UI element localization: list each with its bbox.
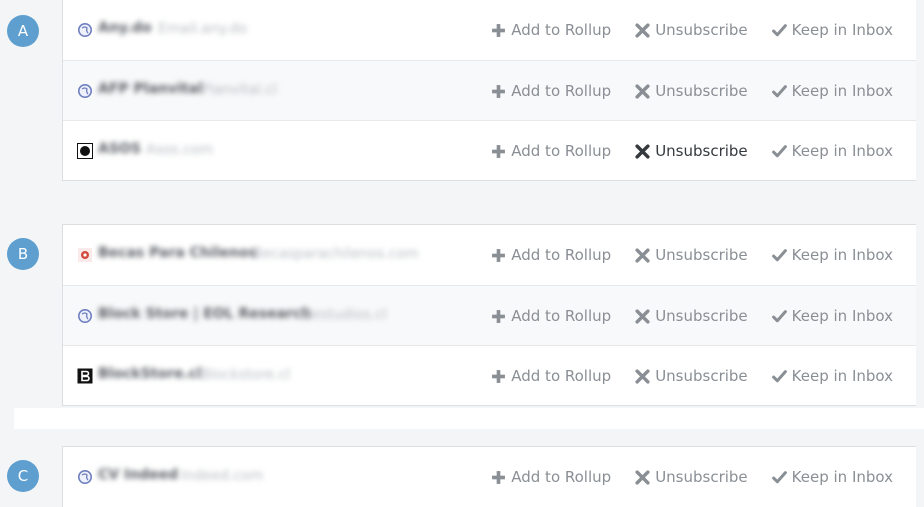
close-icon (635, 368, 650, 384)
sender-name: BlockStore.cl (98, 366, 202, 382)
keep-in-inbox-label: Keep in Inbox (791, 367, 893, 385)
keep-in-inbox-button[interactable]: Keep in Inbox (771, 142, 893, 160)
plus-icon (492, 23, 506, 37)
close-icon (635, 143, 650, 159)
sender-domain: Asos.com (146, 142, 214, 158)
keep-in-inbox-label: Keep in Inbox (791, 307, 893, 325)
asos-logo-icon (77, 143, 93, 159)
add-to-rollup-button[interactable]: Add to Rollup (491, 142, 611, 160)
sender-domain: Planvital.cl (201, 82, 277, 98)
unsubscribe-label: Unsubscribe (655, 21, 748, 39)
sender-row: ASOS Asos.com Add to Rollup Unsubscribe … (63, 120, 916, 180)
unsubscribe-button[interactable]: Unsubscribe (635, 21, 748, 39)
unsubscribe-label: Unsubscribe (655, 307, 748, 325)
keep-in-inbox-label: Keep in Inbox (791, 21, 893, 39)
check-icon (771, 470, 787, 483)
unsubscribe-label: Unsubscribe (655, 367, 748, 385)
globe-icon (77, 83, 93, 99)
unsubscribe-label: Unsubscribe (655, 82, 748, 100)
sender-domain: Eestudios.cl (303, 307, 387, 323)
unsubscribe-label: Unsubscribe (655, 142, 748, 160)
plus-icon (492, 470, 506, 484)
blockstore-logo-icon (77, 368, 93, 384)
check-icon (771, 309, 787, 322)
globe-icon (77, 308, 93, 324)
sender-row: Any.do Email.any.do Add to Rollup Unsubs… (63, 0, 916, 60)
check-icon (771, 144, 787, 157)
add-to-rollup-label: Add to Rollup (511, 21, 612, 39)
sender-row: Block Store | EOL Research Eestudios.cl … (63, 285, 916, 345)
keep-in-inbox-label: Keep in Inbox (791, 82, 893, 100)
check-icon (771, 84, 787, 97)
close-icon (635, 22, 650, 38)
add-to-rollup-button[interactable]: Add to Rollup (491, 367, 611, 385)
add-to-rollup-label: Add to Rollup (511, 82, 612, 100)
unsubscribe-button[interactable]: Unsubscribe (635, 307, 748, 325)
sender-row: CV Indeed Indeed.com Add to Rollup Unsub… (63, 447, 916, 507)
plus-icon (492, 309, 506, 323)
globe-icon (77, 469, 93, 485)
sender-group-a: Any.do Email.any.do Add to Rollup Unsubs… (62, 0, 916, 181)
add-to-rollup-label: Add to Rollup (511, 246, 612, 264)
unsubscribe-button[interactable]: Unsubscribe (635, 82, 748, 100)
keep-in-inbox-button[interactable]: Keep in Inbox (771, 468, 893, 486)
sender-row: Becas Para Chilenos Becasparachilenos.co… (63, 225, 916, 285)
keep-in-inbox-button[interactable]: Keep in Inbox (771, 307, 893, 325)
add-to-rollup-button[interactable]: Add to Rollup (491, 82, 611, 100)
add-to-rollup-button[interactable]: Add to Rollup (491, 468, 611, 486)
unsubscribe-button[interactable]: Unsubscribe (635, 468, 748, 486)
check-icon (771, 248, 787, 261)
add-to-rollup-button[interactable]: Add to Rollup (491, 246, 611, 264)
sender-name: Any.do (98, 20, 152, 36)
check-icon (771, 369, 787, 382)
add-to-rollup-label: Add to Rollup (511, 367, 612, 385)
group-letter-b: B (7, 238, 39, 270)
group-letter-c: C (7, 460, 39, 492)
sender-name: CV Indeed (98, 467, 179, 483)
close-icon (635, 308, 650, 324)
unsubscribe-label: Unsubscribe (655, 246, 748, 264)
sender-domain: Becasparachilenos.com (253, 246, 419, 262)
add-to-rollup-label: Add to Rollup (511, 468, 612, 486)
plus-icon (492, 248, 506, 262)
add-to-rollup-label: Add to Rollup (511, 307, 612, 325)
close-icon (635, 469, 650, 485)
sender-group-c: CV Indeed Indeed.com Add to Rollup Unsub… (62, 446, 916, 507)
add-to-rollup-button[interactable]: Add to Rollup (491, 307, 611, 325)
close-icon (635, 83, 650, 99)
unsubscribe-label: Unsubscribe (655, 468, 748, 486)
unsubscribe-button[interactable]: Unsubscribe (635, 142, 748, 160)
keep-in-inbox-label: Keep in Inbox (791, 142, 893, 160)
keep-in-inbox-label: Keep in Inbox (791, 246, 893, 264)
sender-row: AFP Planvital Planvital.cl Add to Rollup… (63, 60, 916, 120)
close-icon (635, 247, 650, 263)
unsubscribe-button[interactable]: Unsubscribe (635, 246, 748, 264)
keep-in-inbox-button[interactable]: Keep in Inbox (771, 367, 893, 385)
keep-in-inbox-button[interactable]: Keep in Inbox (771, 21, 893, 39)
check-icon (771, 23, 787, 36)
sender-domain: Indeed.com (181, 468, 264, 484)
sender-name: ASOS (98, 141, 141, 157)
keep-in-inbox-button[interactable]: Keep in Inbox (771, 82, 893, 100)
group-letter-a: A (7, 15, 39, 47)
keep-in-inbox-label: Keep in Inbox (791, 468, 893, 486)
sender-domain: Blockstore.cl (201, 367, 291, 383)
sender-name: Block Store | EOL Research (98, 306, 312, 322)
add-to-rollup-button[interactable]: Add to Rollup (491, 21, 611, 39)
sender-name: AFP Planvital (98, 81, 203, 97)
add-to-rollup-label: Add to Rollup (511, 142, 612, 160)
plus-icon (492, 84, 506, 98)
sender-name: Becas Para Chilenos (98, 245, 257, 261)
unsubscribe-button[interactable]: Unsubscribe (635, 367, 748, 385)
plus-icon (492, 144, 506, 158)
sender-row: BlockStore.cl Blockstore.cl Add to Rollu… (63, 345, 916, 405)
keep-in-inbox-button[interactable]: Keep in Inbox (771, 246, 893, 264)
section-divider (14, 408, 924, 429)
plus-icon (492, 369, 506, 383)
globe-icon (77, 22, 93, 38)
sender-domain: Email.any.do (158, 21, 247, 37)
becas-logo-icon (77, 247, 93, 263)
sender-group-b: Becas Para Chilenos Becasparachilenos.co… (62, 224, 916, 406)
